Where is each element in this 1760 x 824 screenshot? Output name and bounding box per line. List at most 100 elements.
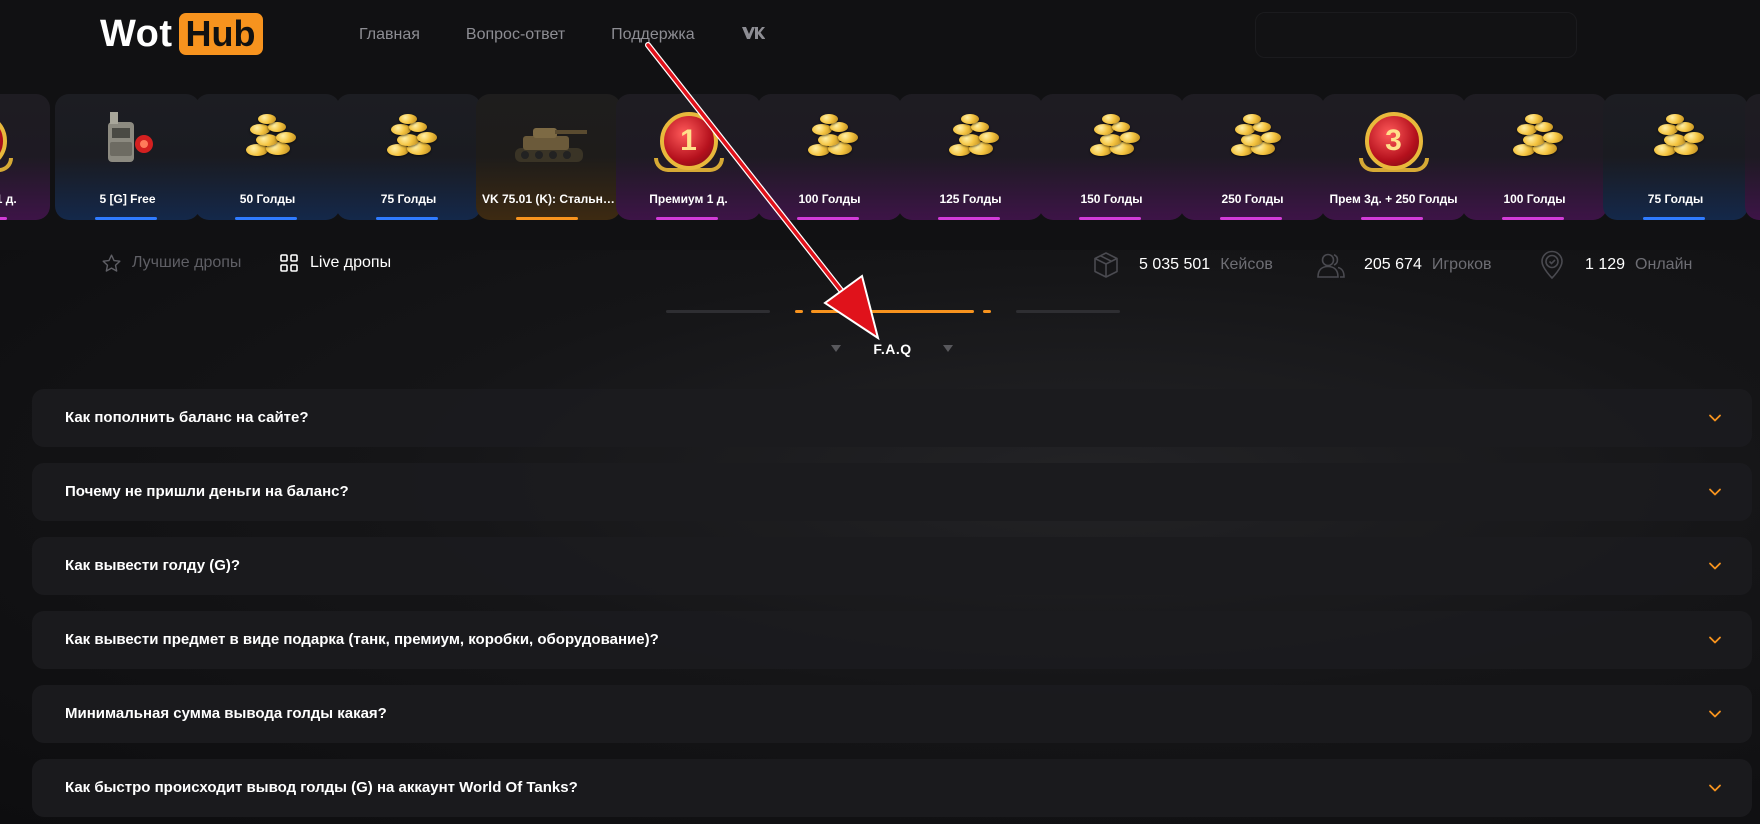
rarity-bar <box>376 217 438 220</box>
drop-card[interactable]: 5 [G] Free <box>55 94 200 220</box>
online-label: Онлайн <box>1635 256 1693 273</box>
faq-question: Как пополнить баланс на сайте? <box>65 409 309 426</box>
gold-coins-icon <box>1495 108 1575 180</box>
divider-left <box>666 310 770 313</box>
nav-link-support[interactable]: Поддержка <box>611 26 694 44</box>
stat-players: 205 674 Игроков <box>1316 250 1492 280</box>
cases-label: Кейсов <box>1220 256 1273 273</box>
gold-coins-icon <box>228 108 308 180</box>
stat-online: 1 129 Онлайн <box>1537 250 1692 280</box>
rarity-bar <box>0 217 7 220</box>
logo[interactable]: Wot Hub <box>100 12 263 56</box>
drop-card[interactable]: 150 Голды <box>1039 94 1184 220</box>
live-drops-filter[interactable]: Live дропы <box>278 252 391 274</box>
best-drops-label: Лучшие дропы <box>132 254 242 271</box>
chevron-down-icon[interactable] <box>1706 557 1724 575</box>
drop-card[interactable]: 75 Голды <box>336 94 481 220</box>
divider-center <box>811 310 974 313</box>
box-icon <box>1094 252 1118 278</box>
drop-label: 75 Голды <box>380 192 437 206</box>
gold-coins-icon <box>1072 108 1152 180</box>
drop-label: 5 [G] Free <box>99 192 156 206</box>
drop-card[interactable]: 75 Голды <box>1603 94 1748 220</box>
drop-card[interactable]: 3 Прем 3д. + 250 Голды <box>1321 94 1466 220</box>
logo-hub-badge: Hub <box>178 13 263 55</box>
drop-card[interactable]: 100 Голды <box>1462 94 1607 220</box>
vk-icon[interactable] <box>741 24 766 46</box>
divider-dot-left <box>795 310 803 313</box>
faq-item[interactable]: Как вывести голду (G)? <box>32 537 1752 595</box>
live-drops-label: Live дропы <box>310 254 392 271</box>
gold-coins-icon <box>931 108 1011 180</box>
drop-card[interactable]: VK 75.01 (K): Стальной охотник <box>476 94 621 220</box>
equipment-icon <box>88 108 168 180</box>
rarity-bar <box>797 217 859 220</box>
location-pin-icon <box>1541 250 1563 280</box>
nav-link-home[interactable]: Главная <box>359 26 420 44</box>
chevron-down-icon[interactable] <box>1706 409 1724 427</box>
cases-count: 5 035 501 <box>1139 256 1211 273</box>
faq-item[interactable]: Минимальная сумма вывода голды какая? <box>32 685 1752 743</box>
gold-coins-icon <box>790 108 870 180</box>
gold-coins-icon <box>1213 108 1293 180</box>
drop-label: Премиум 1 д. <box>649 192 728 206</box>
chevron-down-icon[interactable] <box>1706 779 1724 797</box>
rarity-bar <box>235 217 297 220</box>
rarity-bar <box>516 217 578 220</box>
drop-card[interactable] <box>1745 94 1760 220</box>
gold-coins-icon <box>1636 108 1716 180</box>
best-drops-filter[interactable]: Лучшие дропы <box>100 252 241 274</box>
premium-medal-icon: 1 <box>649 108 729 180</box>
drop-label: 150 Голды <box>1080 192 1143 206</box>
drop-label: 250 Голды <box>1221 192 1284 206</box>
faq-question: Как быстро происходит вывод голды (G) на… <box>65 779 578 796</box>
chevron-down-icon[interactable] <box>1706 705 1724 723</box>
drop-label: Премиум 1 д. <box>0 192 17 206</box>
live-drops-strip: 1 Премиум 1 д. 5 [G] Free 50 Голды 75 Голды V… <box>0 94 1760 220</box>
chevron-down-icon[interactable] <box>1706 631 1724 649</box>
faq-item[interactable]: Как пополнить баланс на сайте? <box>32 389 1752 447</box>
gold-coins-icon <box>369 108 449 180</box>
rarity-bar <box>1502 217 1564 220</box>
drop-card[interactable]: 1 Премиум 1 д. <box>0 94 50 220</box>
premium-medal-icon: 1 <box>0 108 18 180</box>
section-title: F.A.Q <box>873 341 912 357</box>
rarity-bar <box>1361 217 1423 220</box>
faq-question: Как вывести предмет в виде подарка (танк… <box>65 631 659 648</box>
players-count: 205 674 <box>1364 256 1422 273</box>
rarity-bar <box>938 217 1000 220</box>
tank-icon <box>509 108 589 180</box>
faq-question: Почему не пришли деньги на баланс? <box>65 483 349 500</box>
site-header: Wot Hub Главная Вопрос-ответ Поддержка <box>0 0 1760 80</box>
star-icon <box>100 252 122 274</box>
faq-item[interactable]: Как быстро происходит вывод голды (G) на… <box>32 759 1752 817</box>
title-right-triangle-icon <box>943 345 953 352</box>
logo-wot-text: Wot <box>100 12 173 55</box>
grid-icon <box>278 252 300 274</box>
rarity-bar <box>95 217 157 220</box>
drop-label: 100 Голды <box>1503 192 1566 206</box>
stat-cases: 5 035 501 Кейсов <box>1091 250 1273 280</box>
drop-card[interactable]: 50 Голды <box>195 94 340 220</box>
drop-label: 125 Голды <box>939 192 1002 206</box>
drop-label: VK 75.01 (K): Стальной охотник <box>482 192 621 206</box>
drop-card[interactable]: 100 Голды <box>757 94 902 220</box>
divider-right <box>1016 310 1120 313</box>
faq-item[interactable]: Как вывести предмет в виде подарка (танк… <box>32 611 1752 669</box>
players-label: Игроков <box>1431 256 1492 273</box>
drop-label: 100 Голды <box>798 192 861 206</box>
faq-question: Как вывести голду (G)? <box>65 557 241 574</box>
drop-card[interactable]: 1 Премиум 1 д. <box>616 94 761 220</box>
nav-link-faq[interactable]: Вопрос-ответ <box>466 26 565 44</box>
rarity-bar <box>1220 217 1282 220</box>
drop-card[interactable]: 250 Голды <box>1180 94 1325 220</box>
drop-label: 50 Голды <box>239 192 296 206</box>
drop-card[interactable]: 125 Голды <box>898 94 1043 220</box>
faq-item[interactable]: Почему не пришли деньги на баланс? <box>32 463 1752 521</box>
rarity-bar <box>1643 217 1705 220</box>
header-user-area[interactable] <box>1255 12 1577 58</box>
divider-dot-right <box>983 310 991 313</box>
online-count: 1 129 <box>1585 256 1626 273</box>
main-nav: Главная Вопрос-ответ Поддержка <box>359 24 766 46</box>
chevron-down-icon[interactable] <box>1706 483 1724 501</box>
